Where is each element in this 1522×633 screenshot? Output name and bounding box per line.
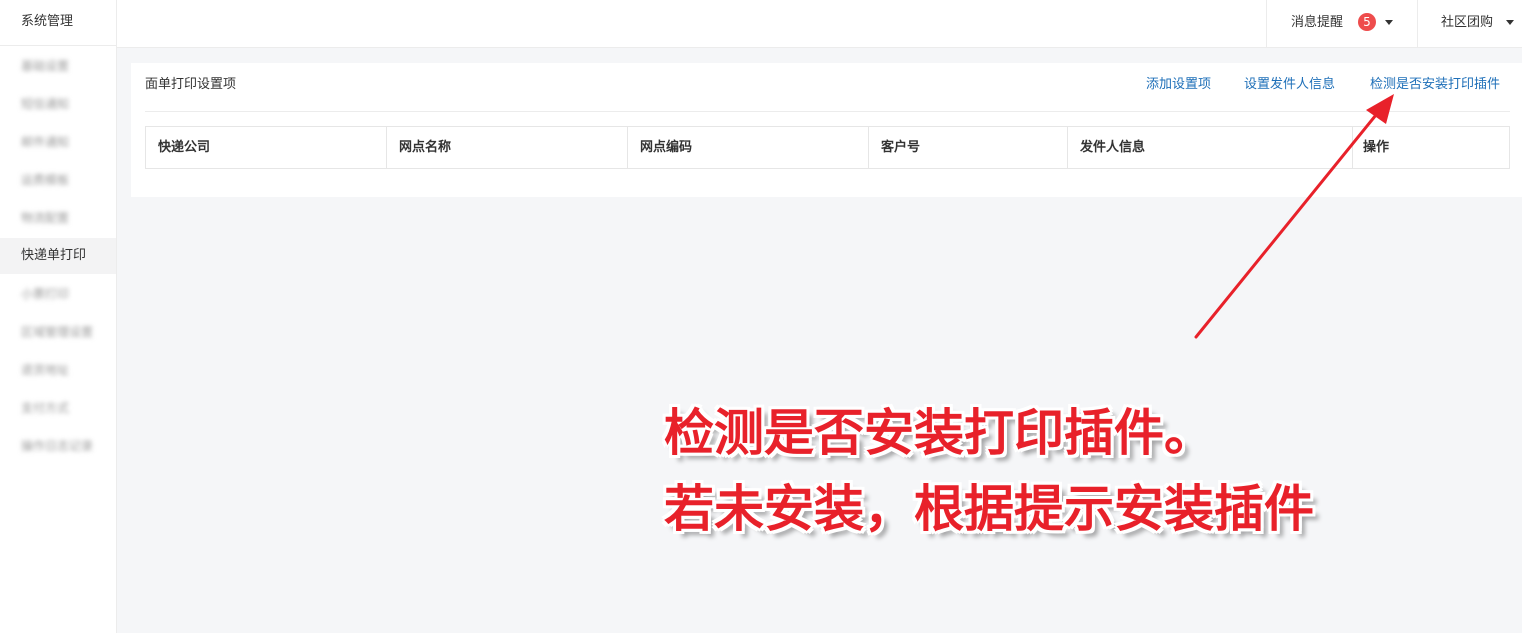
sidebar-item-label: 小票打印 xyxy=(21,287,70,301)
column-header-customer-no: 客户号 xyxy=(869,127,1068,168)
sidebar-item-region[interactable]: 区域管理设置 xyxy=(0,314,116,350)
divider xyxy=(145,111,1510,112)
sidebar-item-shipping-template[interactable]: 运费模板 xyxy=(0,162,116,198)
sidebar-item-label: 基础设置 xyxy=(21,59,70,73)
column-header-actions: 操作 xyxy=(1363,140,1390,155)
sidebar-item-sms-notify[interactable]: 短信通知 xyxy=(0,86,116,122)
annotation-text-line2: 若未安装，根据提示安装插件 xyxy=(664,480,1314,538)
column-header-sender-info: 发件人信息 xyxy=(1068,127,1353,168)
sidebar-item-return-address[interactable]: 退货地址 xyxy=(0,352,116,388)
sidebar-item-logistics[interactable]: 物流配置 xyxy=(0,200,116,236)
sidebar-item-basic-settings[interactable]: 基础设置 xyxy=(0,48,116,84)
sidebar-item-label: 操作日志记录 xyxy=(21,439,94,453)
sidebar-item-label: 支付方式 xyxy=(21,401,70,415)
sidebar-item-payment[interactable]: 支付方式 xyxy=(0,390,116,426)
sidebar: 系统管理 基础设置 短信通知 邮件通知 运费模板 物流配置 快递单打印 小票打印… xyxy=(0,0,117,633)
column-header-courier: 快递公司 xyxy=(146,127,387,168)
sidebar-title: 系统管理 xyxy=(0,0,116,46)
sidebar-item-label: 快递单打印 xyxy=(21,248,87,263)
annotation-text-line1: 检测是否安装打印插件。 xyxy=(664,404,1214,462)
chevron-down-icon[interactable] xyxy=(1385,20,1393,25)
messages-count-badge: 5 xyxy=(1358,13,1376,31)
card-title: 面单打印设置项 xyxy=(145,77,237,92)
chevron-down-icon[interactable] xyxy=(1506,20,1514,25)
sidebar-item-mail-notify[interactable]: 邮件通知 xyxy=(0,124,116,160)
settings-table: 快递公司 网点名称 网点编码 客户号 发件人信息 操作 xyxy=(145,126,1510,169)
sidebar-item-label: 邮件通知 xyxy=(21,135,70,149)
add-setting-link[interactable]: 添加设置项 xyxy=(1146,75,1211,95)
column-header-outlet-code: 网点编码 xyxy=(628,127,869,168)
set-sender-info-link[interactable]: 设置发件人信息 xyxy=(1244,75,1335,95)
messages-menu[interactable]: 消息提醒 xyxy=(1291,12,1343,34)
sidebar-item-express-print[interactable]: 快递单打印 xyxy=(0,238,116,274)
sidebar-item-label: 退货地址 xyxy=(21,363,70,377)
sidebar-item-label: 短信通知 xyxy=(21,97,70,111)
sidebar-item-label: 运费模板 xyxy=(21,173,70,187)
column-header-outlet-name: 网点名称 xyxy=(387,127,628,168)
sidebar-item-oplog[interactable]: 操作日志记录 xyxy=(0,428,116,464)
community-group-menu[interactable]: 社区团购 xyxy=(1441,12,1493,34)
sidebar-item-receipt-print[interactable]: 小票打印 xyxy=(0,276,116,312)
check-plugin-link[interactable]: 检测是否安装打印插件 xyxy=(1370,75,1500,95)
divider xyxy=(1266,0,1267,47)
divider xyxy=(1417,0,1418,47)
print-settings-card: 面单打印设置项 添加设置项 设置发件人信息 检测是否安装打印插件 快递公司 网点… xyxy=(131,63,1522,197)
sidebar-item-label: 物流配置 xyxy=(21,211,70,225)
sidebar-item-label: 区域管理设置 xyxy=(21,325,94,339)
